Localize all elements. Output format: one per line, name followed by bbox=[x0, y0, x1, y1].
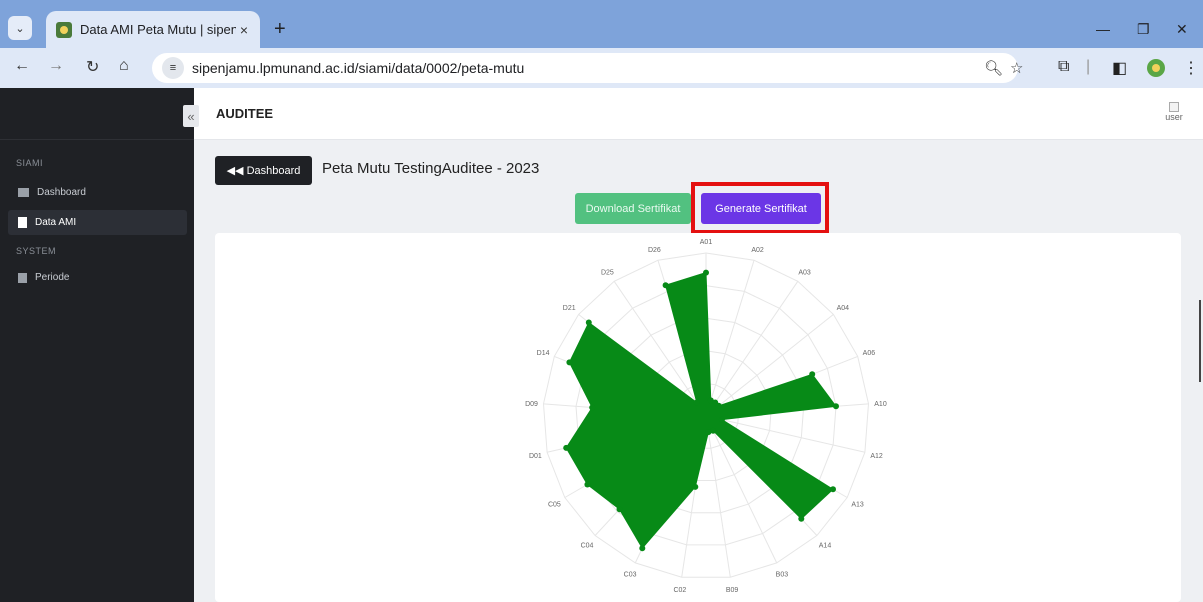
tab-strip: ⌄ Data AMI Peta Mutu | sipenjamu × + — ❐… bbox=[0, 7, 1203, 48]
axis-label: D09 bbox=[525, 401, 538, 408]
zoom-icon[interactable]: 🔍︎ bbox=[984, 59, 1003, 77]
close-window-icon[interactable]: ✕ bbox=[1176, 21, 1188, 38]
avatar[interactable]: user bbox=[1163, 102, 1185, 124]
restore-icon[interactable]: ❐ bbox=[1137, 21, 1150, 38]
axis-label: C05 bbox=[548, 502, 561, 509]
axis-label: D01 bbox=[529, 453, 542, 460]
browser-toolbar: ← → ↻ ⌂ ≡ sipenjamu.lpmunand.ac.id/siami… bbox=[0, 48, 1203, 88]
broken-image-icon bbox=[1169, 102, 1179, 112]
scrollbar[interactable] bbox=[1199, 300, 1201, 382]
chart-card: A01 A02 A03 A04 A06 A10 A12 A13 A14 B03 B09 C02 C03 C… bbox=[215, 233, 1181, 602]
home-icon[interactable]: ⌂ bbox=[119, 57, 129, 75]
axis-label: C03 bbox=[624, 572, 637, 579]
address-bar[interactable]: ≡ sipenjamu.lpmunand.ac.id/siami/data/00… bbox=[152, 53, 1023, 83]
favicon-icon bbox=[56, 21, 72, 38]
axis-label: B09 bbox=[726, 587, 739, 594]
sidebar-item-label: Periode bbox=[35, 272, 70, 283]
menu-chevron-icon[interactable]: ⌄ bbox=[8, 16, 32, 40]
sidebar: SIAMI Dashboard Data AMI SYSTEM Periode bbox=[0, 88, 194, 602]
sidebar-item-label: Data AMI bbox=[35, 217, 77, 228]
sidepanel-icon[interactable]: ◧ bbox=[1112, 58, 1127, 78]
data-point bbox=[703, 269, 709, 276]
data-point bbox=[693, 399, 700, 406]
data-point bbox=[662, 282, 669, 289]
extensions-icon[interactable]: ⧉ bbox=[1058, 58, 1069, 76]
axis-label: D25 bbox=[601, 269, 614, 276]
data-point bbox=[589, 404, 596, 411]
section-label-siami: SIAMI bbox=[16, 158, 44, 168]
data-point bbox=[616, 506, 623, 513]
browser-tab[interactable]: Data AMI Peta Mutu | sipenjamu × bbox=[46, 11, 260, 48]
data-point bbox=[833, 403, 839, 410]
site-settings-icon[interactable]: ≡ bbox=[162, 57, 184, 79]
data-point bbox=[639, 545, 646, 552]
book-icon bbox=[18, 217, 27, 228]
tab-close-icon[interactable]: × bbox=[240, 22, 248, 38]
grid-spoke bbox=[705, 260, 755, 417]
axis-label: A14 bbox=[819, 542, 832, 549]
data-point bbox=[585, 319, 592, 326]
axis-label: A10 bbox=[874, 401, 887, 408]
url-text[interactable]: sipenjamu.lpmunand.ac.id/siami/data/0002… bbox=[192, 60, 524, 76]
page-title: Peta Mutu TestingAuditee - 2023 bbox=[322, 160, 540, 177]
data-point bbox=[566, 359, 573, 366]
axis-label: A01 bbox=[700, 239, 713, 246]
profile-icon[interactable] bbox=[1147, 59, 1165, 77]
data-point bbox=[705, 429, 712, 436]
sidebar-item-dashboard[interactable]: Dashboard bbox=[8, 180, 187, 205]
axis-label: D26 bbox=[648, 247, 661, 254]
data-point bbox=[584, 481, 591, 488]
new-tab-button[interactable]: + bbox=[274, 18, 286, 41]
forward-arrow-icon[interactable]: → bbox=[48, 57, 64, 75]
more-icon[interactable]: ⋮ bbox=[1183, 58, 1199, 78]
header-title: AUDITEE bbox=[216, 106, 274, 121]
axis-label: C02 bbox=[673, 587, 686, 594]
axis-label: B03 bbox=[776, 572, 789, 579]
minimize-icon[interactable]: — bbox=[1096, 21, 1110, 37]
sidebar-item-periode[interactable]: Periode bbox=[8, 265, 187, 290]
dashboard-back-button[interactable]: ◀◀ Dashboard bbox=[215, 156, 312, 185]
reload-icon[interactable]: ↻ bbox=[86, 57, 99, 77]
sidebar-item-label: Dashboard bbox=[37, 187, 86, 198]
avatar-alt-text: user bbox=[1165, 112, 1183, 122]
axis-label: A02 bbox=[751, 247, 764, 254]
download-sertifikat-button[interactable]: Download Sertifikat bbox=[575, 193, 691, 224]
back-arrow-icon[interactable]: ← bbox=[14, 57, 30, 75]
data-point bbox=[715, 402, 722, 409]
data-point bbox=[692, 483, 699, 490]
axis-label: A04 bbox=[837, 305, 850, 312]
star-icon[interactable]: ☆ bbox=[1010, 59, 1023, 77]
axis-label: A06 bbox=[863, 350, 876, 357]
series-area bbox=[565, 271, 837, 550]
main-content: ◀◀ Dashboard Peta Mutu TestingAuditee - … bbox=[194, 140, 1203, 602]
header: AUDITEE user bbox=[194, 88, 1203, 140]
data-point bbox=[830, 486, 836, 493]
data-point bbox=[563, 444, 570, 451]
axis-label: A03 bbox=[798, 269, 811, 276]
sidebar-collapse-icon[interactable]: « bbox=[183, 105, 199, 127]
axis-label: C04 bbox=[581, 542, 594, 549]
data-point bbox=[718, 416, 725, 423]
axis-label: A12 bbox=[870, 453, 883, 460]
browser-titlebar: ⌄ Data AMI Peta Mutu | sipenjamu × + — ❐… bbox=[0, 0, 1203, 48]
axis-label: D21 bbox=[563, 305, 576, 312]
axis-label: D14 bbox=[537, 350, 550, 357]
toolbar-divider: | bbox=[1086, 58, 1091, 75]
monitor-icon bbox=[18, 188, 29, 197]
radar-chart: A01 A02 A03 A04 A06 A10 A12 A13 A14 B03 B09 C02 C03 C… bbox=[525, 239, 887, 594]
section-label-system: SYSTEM bbox=[16, 246, 57, 256]
axis-label: A13 bbox=[851, 502, 864, 509]
highlight-box bbox=[691, 182, 829, 234]
data-point bbox=[809, 371, 816, 378]
data-point bbox=[798, 515, 805, 522]
sidebar-brand-area bbox=[0, 88, 194, 140]
calendar-icon bbox=[18, 272, 27, 283]
sidebar-item-data-ami[interactable]: Data AMI bbox=[8, 210, 187, 235]
tab-title: Data AMI Peta Mutu | sipenjamu bbox=[80, 22, 236, 37]
